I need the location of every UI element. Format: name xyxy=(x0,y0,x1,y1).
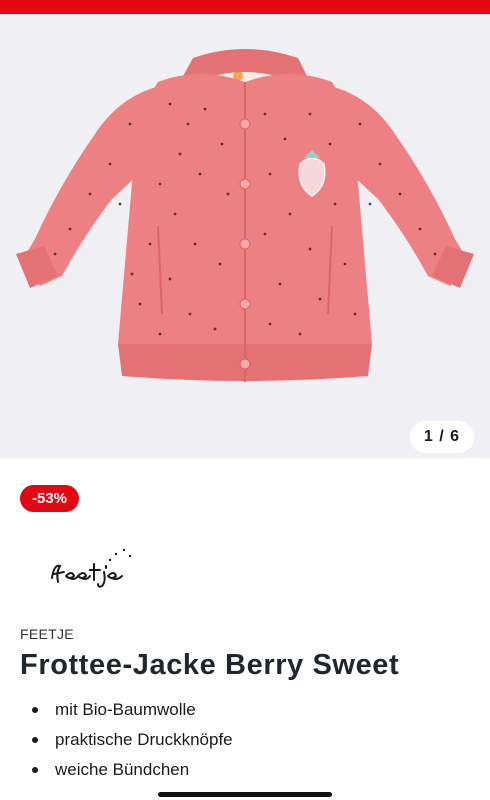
feature-item: praktische Druckknöpfe xyxy=(28,727,233,757)
feetje-logo-icon[interactable] xyxy=(44,542,140,592)
product-title: Frottee-Jacke Berry Sweet xyxy=(20,649,400,681)
product-image-gallery[interactable]: 1 / 6 xyxy=(0,14,490,458)
feature-text: praktische Druckknöpfe xyxy=(55,730,233,749)
brand-name[interactable]: FEETJE xyxy=(20,626,74,642)
feature-text: mit Bio-Baumwolle xyxy=(55,700,196,719)
discount-badge: -53% xyxy=(20,485,80,512)
top-accent-bar xyxy=(0,0,490,14)
bullet-icon xyxy=(32,767,38,773)
feature-item: weiche Bündchen xyxy=(28,757,233,787)
feature-item: mit Bio-Baumwolle xyxy=(28,697,233,727)
home-indicator[interactable] xyxy=(158,792,332,797)
bullet-icon xyxy=(32,707,38,713)
feature-list: mit Bio-Baumwolle praktische Druckknöpfe… xyxy=(28,697,233,787)
bullet-icon xyxy=(32,737,38,743)
product-image[interactable] xyxy=(0,14,490,458)
gallery-counter: 1 / 6 xyxy=(409,421,474,453)
feature-text: weiche Bündchen xyxy=(55,760,190,779)
